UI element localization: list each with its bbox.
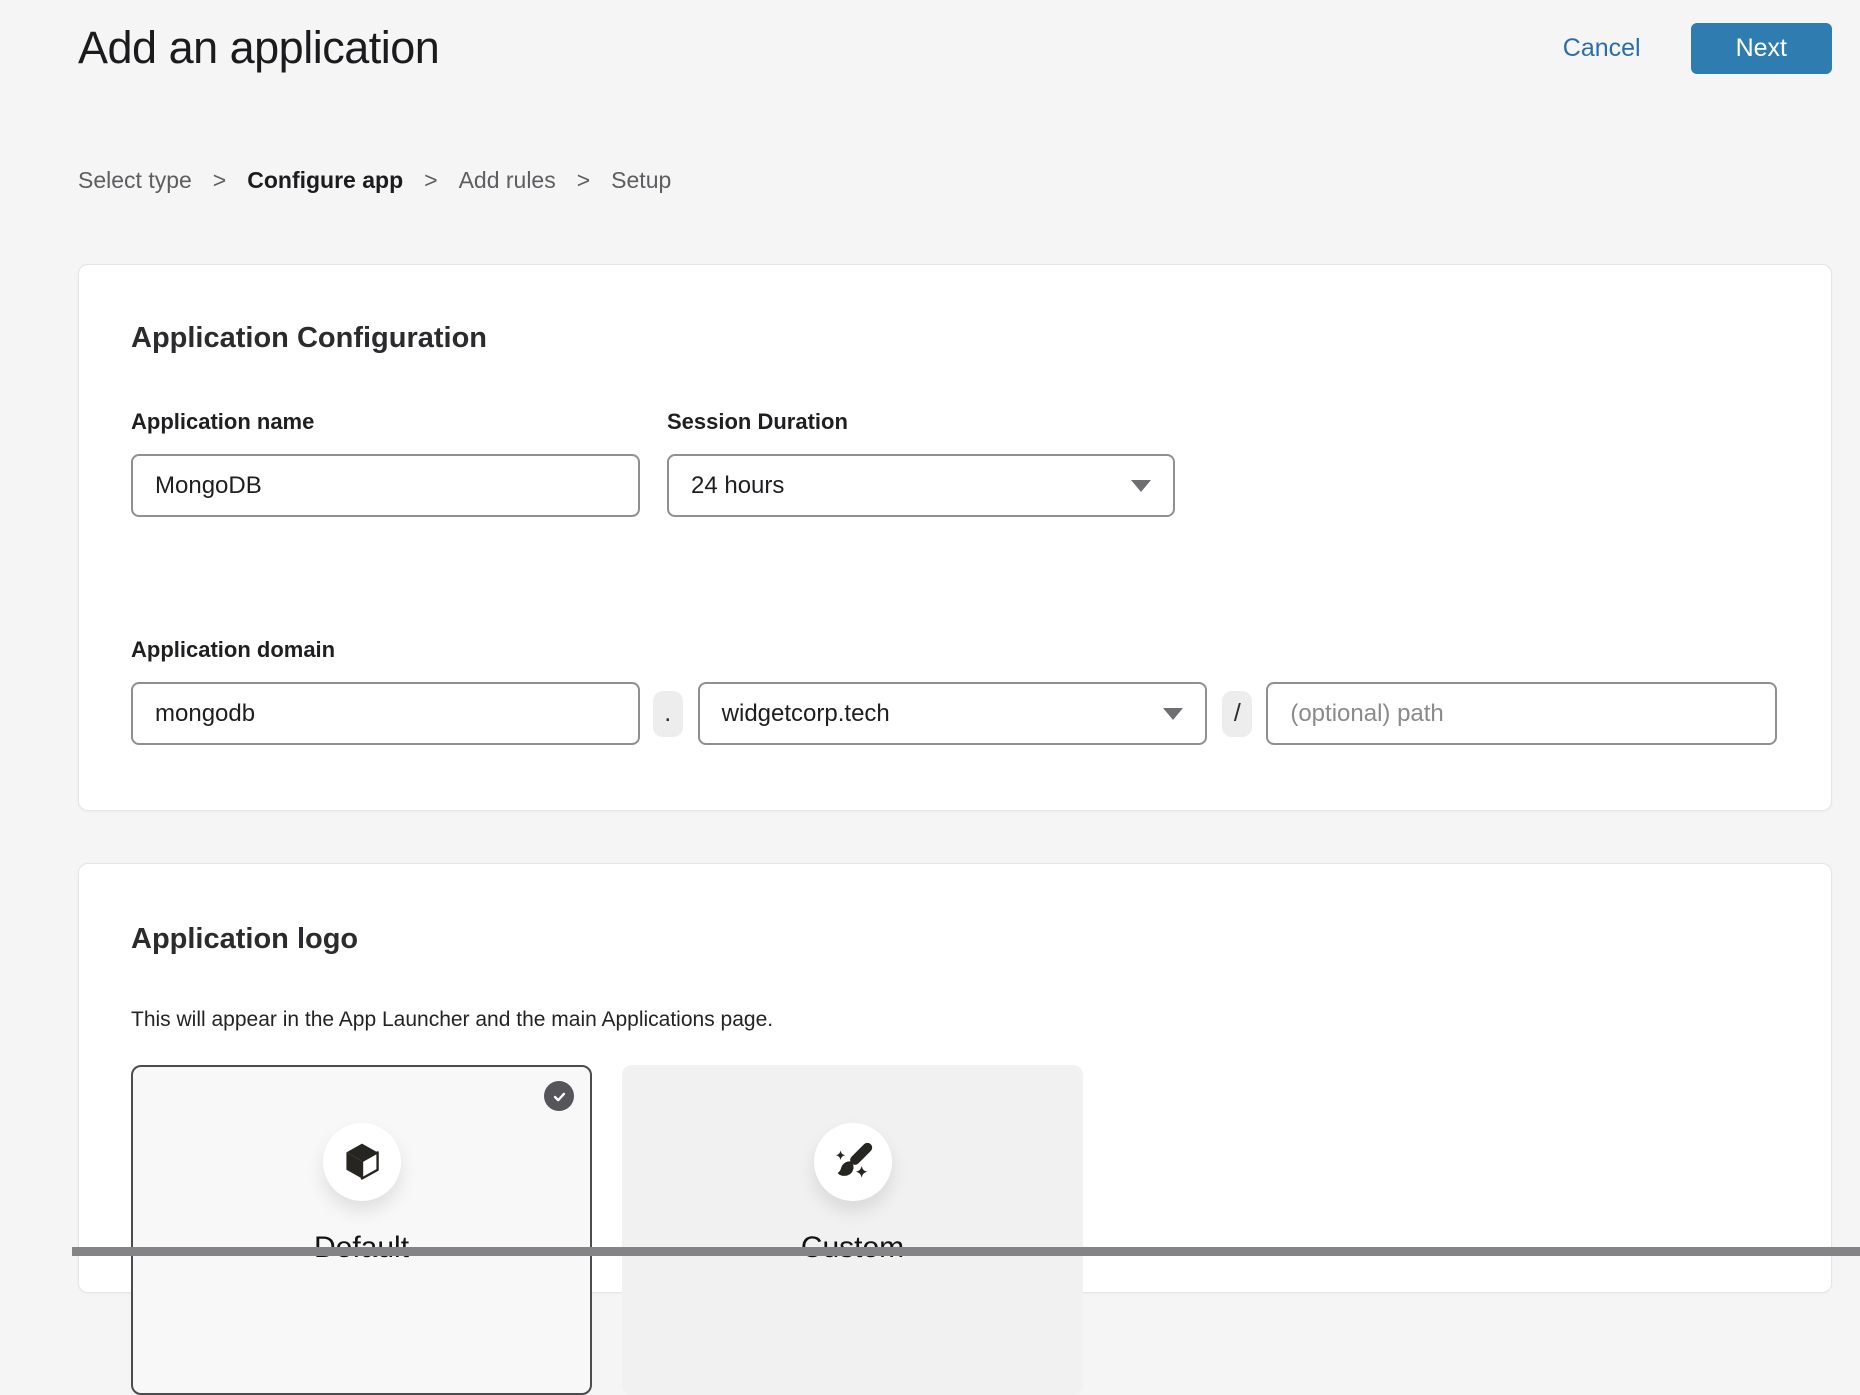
logo-heading: Application logo [131, 922, 1777, 956]
logo-option-default[interactable]: Default [131, 1065, 592, 1395]
slash-separator: / [1222, 691, 1252, 737]
breadcrumb-step-setup[interactable]: Setup [611, 167, 671, 194]
logo-options: Default Custom [131, 1065, 1777, 1395]
application-domain-label: Application domain [131, 637, 1777, 663]
name-session-row: Application name Session Duration 24 hou… [131, 409, 1777, 517]
application-name-input[interactable] [131, 454, 640, 517]
session-duration-select[interactable]: 24 hours [667, 454, 1175, 517]
logo-option-custom[interactable]: Custom [622, 1065, 1083, 1395]
domain-value: widgetcorp.tech [722, 700, 890, 728]
configuration-heading: Application Configuration [131, 321, 1777, 355]
breadcrumb-step-configure-app[interactable]: Configure app [247, 167, 403, 194]
paintbrush-icon [814, 1123, 892, 1201]
header-actions: Cancel Next [1563, 23, 1832, 74]
page-title: Add an application [78, 22, 439, 74]
application-name-label: Application name [131, 409, 640, 435]
chevron-down-icon [1131, 480, 1151, 492]
domain-select[interactable]: widgetcorp.tech [698, 682, 1208, 745]
path-input[interactable] [1266, 682, 1777, 745]
session-duration-field: Session Duration 24 hours [667, 409, 1175, 517]
logo-description: This will appear in the App Launcher and… [131, 1008, 1777, 1032]
cube-icon [323, 1123, 401, 1201]
breadcrumb-separator: > [213, 167, 226, 194]
application-domain-row: . widgetcorp.tech / [131, 682, 1777, 745]
application-configuration-card: Application Configuration Application na… [78, 264, 1832, 811]
subdomain-input[interactable] [131, 682, 640, 745]
application-name-field: Application name [131, 409, 640, 517]
breadcrumb-separator: > [424, 167, 437, 194]
horizontal-scrollbar[interactable] [72, 1247, 1860, 1256]
breadcrumb-separator: > [577, 167, 590, 194]
next-button[interactable]: Next [1691, 23, 1832, 74]
breadcrumb-step-add-rules[interactable]: Add rules [459, 167, 556, 194]
selected-check-icon [544, 1081, 574, 1111]
breadcrumb-step-select-type[interactable]: Select type [78, 167, 192, 194]
session-duration-value: 24 hours [691, 472, 784, 500]
cancel-button[interactable]: Cancel [1563, 34, 1641, 63]
page-header: Add an application Cancel Next [0, 0, 1860, 74]
dot-separator: . [653, 691, 683, 737]
application-logo-card: Application logo This will appear in the… [78, 863, 1832, 1293]
session-duration-label: Session Duration [667, 409, 1175, 435]
breadcrumb: Select type > Configure app > Add rules … [78, 167, 1860, 194]
chevron-down-icon [1163, 708, 1183, 720]
